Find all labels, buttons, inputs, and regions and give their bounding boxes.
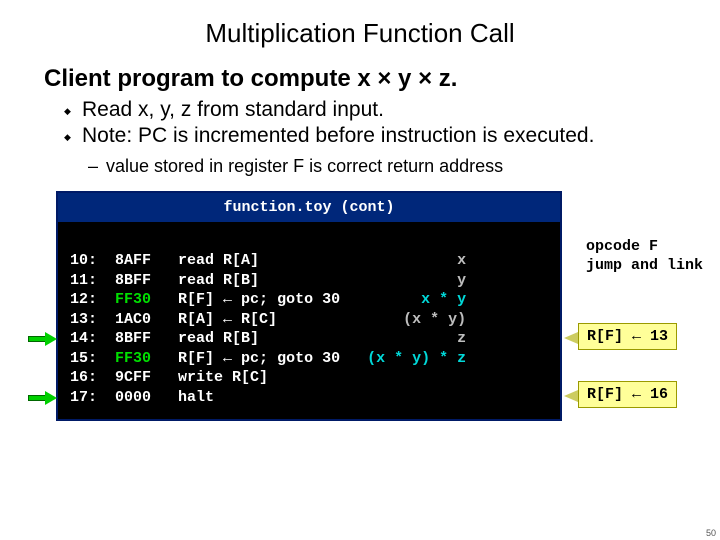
bullet-item: Read x, y, z from standard input. xyxy=(82,97,680,123)
code-header: function.toy (cont) xyxy=(58,193,560,222)
bullet-item: Note: PC is incremented before instructi… xyxy=(82,123,680,149)
callout-arrow-icon xyxy=(564,390,578,402)
code-listing: function.toy (cont) 10: 8AFF read R[A] x… xyxy=(56,191,562,422)
sub-note: value stored in register F is correct re… xyxy=(0,156,720,177)
callout: R[F] ← 16 xyxy=(578,381,677,408)
annot-line: jump and link xyxy=(586,257,703,276)
slide-subtitle: Client program to compute x × y × z. xyxy=(0,49,720,97)
page-number: 50 xyxy=(706,528,716,538)
pointer-arrow-icon xyxy=(28,392,58,404)
code-body: 10: 8AFF read R[A] x 11: 8BFF read R[B] … xyxy=(58,222,560,420)
annot-line: opcode F xyxy=(586,238,703,257)
slide-title: Multiplication Function Call xyxy=(0,0,720,49)
callout-arrow-icon xyxy=(564,332,578,344)
callout: R[F] ← 13 xyxy=(578,323,677,350)
bullet-list: Read x, y, z from standard input. Note: … xyxy=(0,97,720,150)
opcode-annotation: opcode F jump and link xyxy=(586,238,703,276)
pointer-arrow-icon xyxy=(28,333,58,345)
